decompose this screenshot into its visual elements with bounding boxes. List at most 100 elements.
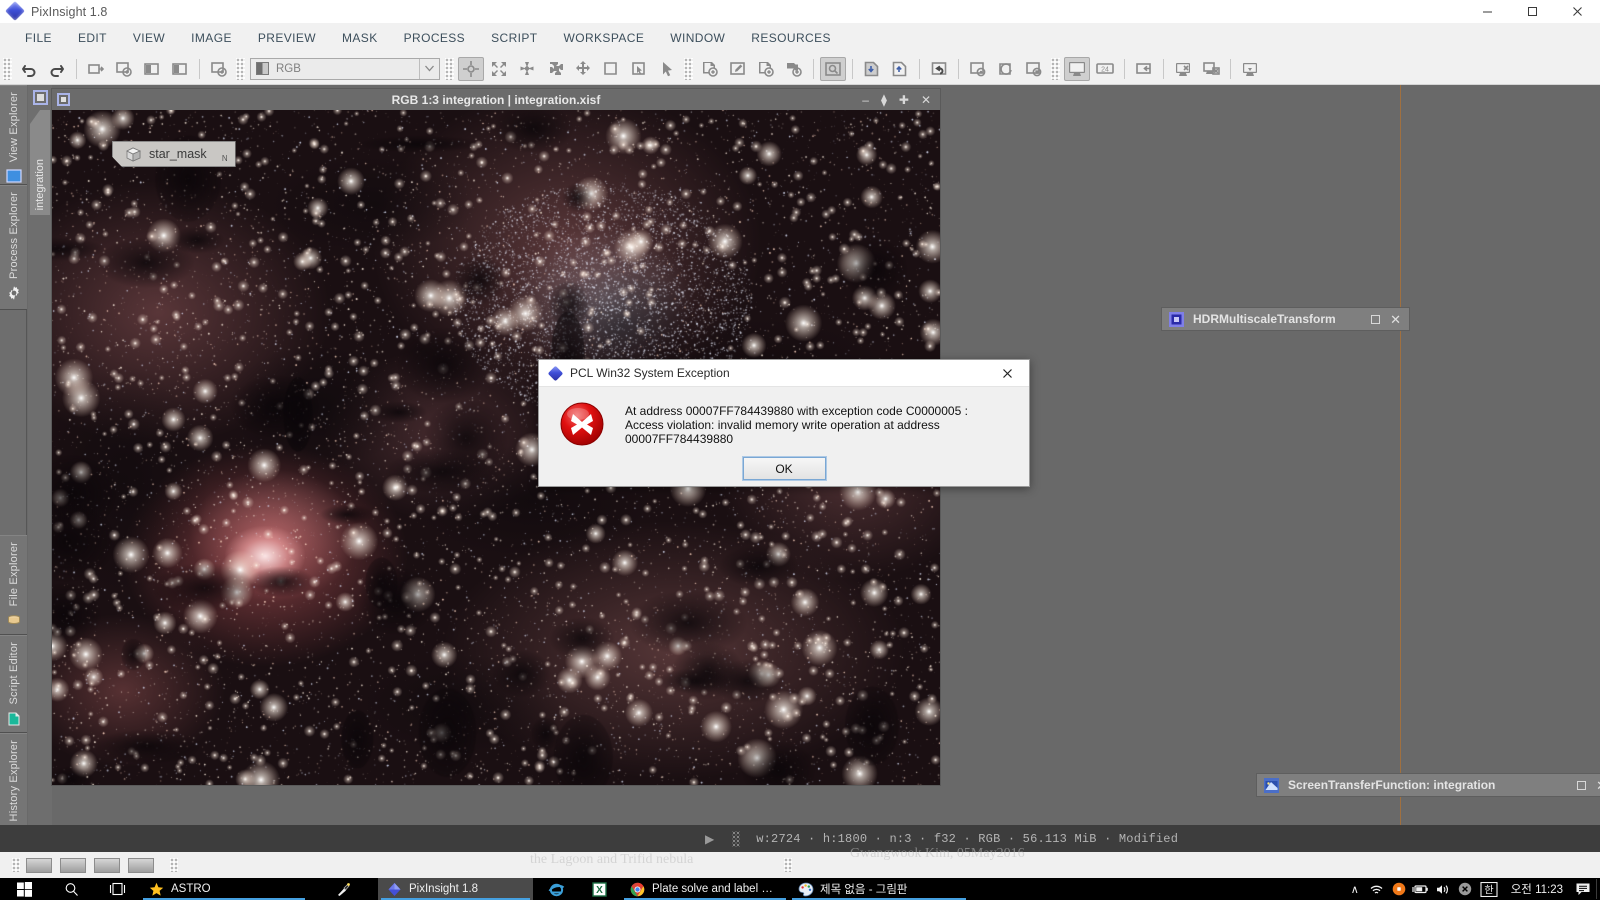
duplicate-preview-button[interactable] [753,57,779,81]
orange-circle-icon[interactable] [1388,882,1410,896]
bottom-strip-grip[interactable] [784,858,792,872]
taskbar-app-astro[interactable]: ASTRO [140,878,308,900]
process-window-screentransferfunction[interactable]: ScreenTransferFunction: integration ✕ [1256,773,1600,797]
menu-process[interactable]: PROCESS [391,26,478,50]
process-maximize-button[interactable] [1371,314,1381,324]
undo-button[interactable] [16,57,42,81]
toolbar-grip[interactable] [3,57,12,80]
battery-icon[interactable] [1410,883,1432,895]
wifi-icon[interactable] [1366,883,1388,896]
zoom-out-tool-button[interactable] [542,57,568,81]
reload-mask-button[interactable] [993,57,1019,81]
statusbar-grip[interactable] [732,830,741,847]
toolbar-grip[interactable] [684,57,693,80]
menu-image[interactable]: IMAGE [178,26,245,50]
volume-icon[interactable] [1432,883,1454,896]
color-swatch[interactable] [60,857,86,873]
ime-indicator[interactable]: 한 [1476,881,1502,897]
zoom-preview-button[interactable] [820,56,846,81]
import-mask-button[interactable] [859,57,885,81]
toolbar-grip[interactable] [445,57,454,80]
window-maximize-button[interactable] [1510,0,1555,23]
select-rect-tool-button[interactable] [598,57,624,81]
tile-windows-button[interactable] [1131,57,1157,81]
ok-button[interactable]: OK [741,456,827,481]
search-icon[interactable] [48,878,94,900]
color-swatch[interactable] [26,857,52,873]
menu-file[interactable]: FILE [12,26,65,50]
image-restore-button[interactable]: ⧫ [881,94,887,106]
save-image-button[interactable] [139,57,165,81]
save-as-image-button[interactable] [167,57,193,81]
bottom-strip-grip[interactable] [12,858,20,872]
menu-workspace[interactable]: WORKSPACE [551,26,658,50]
zoom-in-tool-button[interactable] [514,57,540,81]
menu-resources[interactable]: RESOURCES [738,26,844,50]
play-icon[interactable]: ▶ [705,832,714,846]
arrow-tool-button[interactable] [654,57,680,81]
taskbar-app-paint[interactable]: 제목 없음 - 그림판 [789,878,969,900]
image-minimize-button[interactable]: – [862,94,869,106]
menu-edit[interactable]: EDIT [65,26,120,50]
windows-start-icon[interactable] [0,878,48,900]
dialog-close-button[interactable] [985,360,1029,387]
zoom-fit-tool-button[interactable] [486,57,512,81]
sidebar-item-script-editor[interactable]: Script Editor [0,635,27,733]
menu-window[interactable]: WINDOW [657,26,738,50]
export-mask-button[interactable] [887,57,913,81]
menu-script[interactable]: SCRIPT [478,26,550,50]
bottom-strip-grip[interactable] [170,858,178,872]
preview-options-button[interactable] [781,57,807,81]
color-swatch[interactable] [128,857,154,873]
sidebar-item-view-explorer[interactable]: View Explorer [0,85,27,185]
toolbar-grip[interactable] [1051,57,1060,80]
new-preview-button[interactable] [206,57,232,81]
process-maximize-button[interactable] [1577,780,1587,790]
document-tab-integration[interactable]: integration [30,110,50,215]
pointer-move-tool-button[interactable] [458,56,484,81]
pan-tool-button[interactable] [570,57,596,81]
close-circle-icon[interactable] [1454,882,1476,896]
process-close-button[interactable]: ✕ [1390,313,1401,326]
remove-mask-button[interactable] [1021,57,1047,81]
window-minimize-button[interactable] [1465,0,1510,23]
taskbar-app-chrome[interactable]: Plate solve and label … [621,878,789,900]
window-close-button[interactable] [1555,0,1600,23]
window-arrange-button[interactable] [1170,57,1196,81]
menu-mask[interactable]: MASK [329,26,391,50]
process-window-hdrmultiscaletransform[interactable]: HDRMultiscaleTransform ✕ [1161,307,1410,331]
24bit-display-button[interactable]: 24 [1092,57,1118,81]
process-close-button[interactable]: ✕ [1596,779,1600,792]
image-maximize-button[interactable]: ✚ [899,94,909,106]
sidebar-item-process-explorer[interactable]: Process Explorer [0,185,27,310]
open-image-button[interactable] [111,57,137,81]
image-window-titlebar[interactable]: RGB 1:3 integration | integration.xisf –… [52,89,940,110]
new-preview-from-selection-button[interactable] [697,57,723,81]
undo-mask-button[interactable] [926,57,952,81]
menu-preview[interactable]: PREVIEW [245,26,329,50]
colorspace-select[interactable]: RGB [250,57,440,80]
dialog-titlebar[interactable]: PCL Win32 System Exception [539,360,1029,387]
tray-chevron-icon[interactable]: ∧ [1344,883,1366,896]
clock[interactable]: 오전 11:23 [1502,881,1572,897]
task-view-icon[interactable] [94,878,140,900]
notification-icon[interactable] [1572,882,1594,896]
menu-view[interactable]: VIEW [120,26,178,50]
taskbar-app-brush[interactable] [308,878,378,900]
close-all-windows-button[interactable] [1198,57,1224,81]
toolbar-grip[interactable] [236,57,245,80]
color-swatch[interactable] [94,857,120,873]
star-mask-tag[interactable]: star_mask N [112,141,236,167]
select-preview-tool-button[interactable] [626,57,652,81]
screen-transfer-function-button[interactable] [1064,56,1090,81]
taskbar-app-excel[interactable]: X [577,878,621,900]
taskbar-app-internet-explorer[interactable] [533,878,577,900]
image-close-button[interactable]: ✕ [921,94,931,106]
mask-settings-button[interactable] [965,57,991,81]
sidebar-item-file-explorer[interactable]: File Explorer [0,535,27,635]
taskbar-app-pixinsight[interactable]: PixInsight 1.8 [378,878,533,900]
new-image-button[interactable] [83,57,109,81]
redo-button[interactable] [44,57,70,81]
edit-preview-button[interactable] [725,57,751,81]
chevron-down-icon[interactable] [419,58,439,79]
